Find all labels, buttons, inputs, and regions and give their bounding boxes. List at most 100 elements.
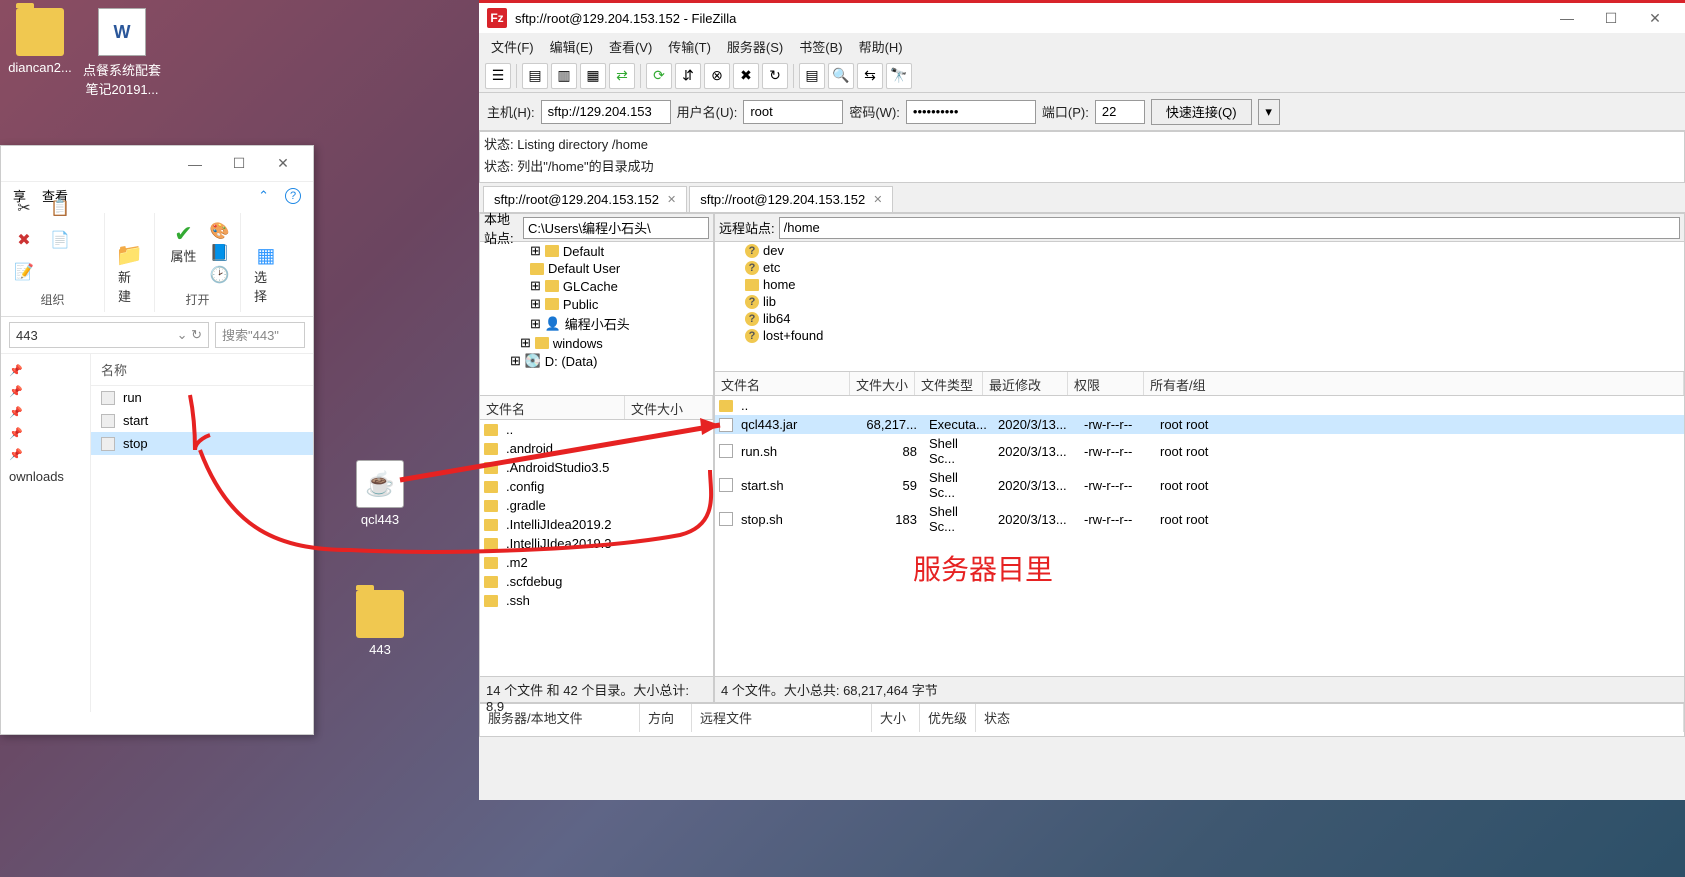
tree-item[interactable]: home [715,276,1684,293]
menu-view[interactable]: 查看(V) [603,35,658,58]
tree-item[interactable]: ? etc [715,259,1684,276]
copy-button[interactable]: 📋 [45,195,75,221]
close-tab-icon[interactable]: ✕ [667,193,676,206]
remote-tree[interactable]: ? dev ? etc home ? lib ? lib64 ? lost+fo… [715,242,1684,372]
desktop-icon-qcl443-jar[interactable]: ☕ qcl443 [340,460,420,527]
list-item[interactable]: .ssh [480,591,713,610]
properties-button[interactable]: ✔属性 [165,221,201,285]
tree-item[interactable]: ⊞ Default [480,242,713,260]
local-tree[interactable]: ⊞ Default Default User ⊞ GLCache ⊞ Publi… [480,242,713,396]
search-button[interactable]: 🔍 [828,63,854,89]
search-input[interactable]: 搜索"443" [215,322,305,348]
reconnect-button[interactable]: ↻ [762,63,788,89]
maximize-button[interactable]: ☐ [1589,3,1633,33]
port-input[interactable] [1095,100,1145,124]
desktop-icon-folder-443[interactable]: 443 [340,590,420,657]
col-owner[interactable]: 所有者/组 [1144,372,1684,395]
menu-edit[interactable]: 编辑(E) [544,35,599,58]
host-input[interactable] [541,100,671,124]
desktop-icon-doc-notes[interactable]: W 点餐系统配套笔记20191... [82,8,162,98]
tree-item[interactable]: ? lib64 [715,310,1684,327]
desktop-icon-folder-diancan[interactable]: diancan2... [0,8,80,75]
col-size[interactable]: 大小 [872,704,920,732]
local-file-list[interactable]: .. .android .AndroidStudio3.5 .config .g… [480,420,713,676]
collapse-ribbon-icon[interactable]: ⌃ [258,188,269,204]
col-status[interactable]: 状态 [976,704,1684,732]
maximize-button[interactable]: ☐ [217,149,261,179]
remote-path-input[interactable] [779,217,1680,239]
tree-item[interactable]: ⊞ windows [480,334,713,352]
select-button[interactable]: ▦选择 [249,242,283,308]
nav-item[interactable]: 📌 [1,402,90,423]
col-direction[interactable]: 方向 [640,704,692,732]
list-item[interactable]: .IntelliJIdea2019.2 [480,515,713,534]
list-item-parent[interactable]: .. [715,396,1684,415]
tree-item[interactable]: ⊞ Public [480,295,713,313]
filezilla-titlebar[interactable]: Fz sftp://root@129.204.153.152 - FileZil… [479,3,1685,33]
col-remote-file[interactable]: 远程文件 [692,704,872,732]
column-name-header[interactable]: 名称 [91,354,313,386]
filter-button[interactable]: ▤ [799,63,825,89]
compare-button[interactable]: ⇆ [857,63,883,89]
file-item-run[interactable]: run [91,386,313,409]
menu-file[interactable]: 文件(F) [485,35,540,58]
binoculars-button[interactable]: 🔭 [886,63,912,89]
tree-item[interactable]: ? dev [715,242,1684,259]
list-item[interactable]: .scfdebug [480,572,713,591]
tree-item[interactable]: ⊞ GLCache [480,277,713,295]
tree-item[interactable]: ? lib [715,293,1684,310]
disconnect-button[interactable]: ✖ [733,63,759,89]
remote-file-list[interactable]: .. qcl443.jar 68,217... Executa... 2020/… [715,396,1684,676]
menu-help[interactable]: 帮助(H) [853,35,909,58]
help-icon[interactable]: ? [285,188,301,204]
cancel-button[interactable]: ⊗ [704,63,730,89]
quickconnect-dropdown[interactable]: ▾ [1258,99,1280,125]
nav-item[interactable]: 📌 [1,423,90,444]
local-path-input[interactable] [523,217,709,239]
explorer-titlebar[interactable]: — ☐ ✕ [1,146,313,182]
refresh-button[interactable]: ⟳ [646,63,672,89]
close-tab-icon[interactable]: ✕ [873,193,882,206]
layout-button[interactable]: ▦ [580,63,606,89]
pass-input[interactable] [906,100,1036,124]
col-name[interactable]: 文件名 [480,396,625,419]
address-input[interactable]: 443⌄ ↻ [9,322,209,348]
cut-button[interactable]: ✂ [9,195,39,221]
transfer-queue-button[interactable]: ⇄ [609,63,635,89]
new-folder-button[interactable]: 📁新建 [113,242,146,308]
file-item-stop[interactable]: stop [91,432,313,455]
user-input[interactable] [743,100,843,124]
tree-item[interactable]: ⊞ 👤 编程小石头 [480,313,713,334]
delete-button[interactable]: ✖ [9,227,39,253]
nav-item[interactable]: 📌 [1,381,90,402]
col-priority[interactable]: 优先级 [920,704,976,732]
layout-button[interactable]: ▤ [522,63,548,89]
edit-icon[interactable]: 📘 [210,243,230,263]
process-queue-button[interactable]: ⇵ [675,63,701,89]
list-item-qcl443-jar[interactable]: qcl443.jar 68,217... Executa... 2020/3/1… [715,415,1684,434]
quickconnect-button[interactable]: 快速连接(Q) [1151,99,1252,125]
list-item[interactable]: .config [480,477,713,496]
list-item[interactable]: .android [480,439,713,458]
col-name[interactable]: 文件名 [715,372,850,395]
tree-item[interactable]: Default User [480,260,713,277]
list-item[interactable]: .gradle [480,496,713,515]
list-item[interactable]: .m2 [480,553,713,572]
col-perm[interactable]: 权限 [1068,372,1144,395]
list-item-stop-sh[interactable]: stop.sh 183 Shell Sc... 2020/3/13... -rw… [715,502,1684,536]
list-item-parent[interactable]: .. [480,420,713,439]
menu-bookmarks[interactable]: 书签(B) [793,35,848,58]
transfer-queue[interactable]: 服务器/本地文件 方向 远程文件 大小 优先级 状态 [479,703,1685,737]
layout-button[interactable]: ▥ [551,63,577,89]
connection-tab[interactable]: sftp://root@129.204.153.152✕ [689,186,893,212]
close-button[interactable]: ✕ [1633,3,1677,33]
col-server-local[interactable]: 服务器/本地文件 [480,704,640,732]
list-item-run-sh[interactable]: run.sh 88 Shell Sc... 2020/3/13... -rw-r… [715,434,1684,468]
menu-server[interactable]: 服务器(S) [721,35,789,58]
nav-downloads[interactable]: ownloads [1,465,90,488]
col-size[interactable]: 文件大小 [625,396,713,419]
file-item-start[interactable]: start [91,409,313,432]
menu-transfer[interactable]: 传输(T) [662,35,717,58]
col-type[interactable]: 文件类型 [915,372,983,395]
nav-item[interactable]: 📌 [1,360,90,381]
